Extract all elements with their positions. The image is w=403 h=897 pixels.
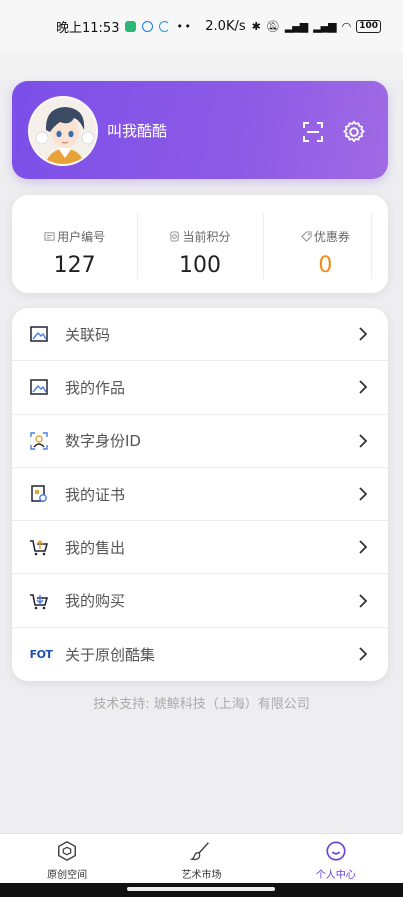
status-bar: 晚上11:53 • • 2.0K/s ✱ 🔕︎ ▂▄▆ ▂▄▆ ◠ 100: [0, 0, 403, 52]
profile-card: 叫我酷酷: [12, 81, 388, 179]
menu-item-digital-id[interactable]: 数字身份ID: [12, 415, 388, 468]
menu-item-label: 数字身份ID: [65, 432, 141, 451]
bluetooth-icon: ✱: [251, 19, 261, 33]
cart-upload-icon: [29, 537, 49, 557]
chevron-right-icon: [359, 540, 368, 554]
smile-icon: [326, 841, 346, 861]
stat-label: 当前积分: [182, 230, 231, 244]
network-speed: 2.0K/s: [205, 18, 246, 34]
avatar-image: [30, 98, 96, 164]
app-notification-icon: [142, 20, 154, 32]
cube-icon: [58, 840, 77, 862]
chevron-right-icon: [359, 327, 368, 341]
menu-item-certificates[interactable]: 我的证书: [12, 468, 388, 522]
scan-icon: [303, 122, 323, 142]
identity-icon: [29, 431, 49, 451]
menu-item-label: 我的售出: [65, 538, 126, 557]
coupon-icon: [301, 231, 312, 242]
username: 叫我酷酷: [107, 122, 168, 140]
chevron-right-icon: [359, 434, 368, 448]
stat-points[interactable]: 当前积分 100: [137, 195, 262, 293]
tab-art-market[interactable]: 艺术市场: [134, 834, 268, 883]
chevron-right-icon: [359, 593, 368, 608]
battery-indicator: 100: [356, 19, 381, 33]
cart-download-icon: [29, 591, 49, 611]
menu-item-label: 我的作品: [65, 378, 126, 397]
image-icon: [29, 324, 49, 344]
header-spacer: [0, 52, 403, 80]
certificate-icon: [29, 484, 49, 504]
stat-value: 0: [318, 253, 333, 278]
bottom-tabbar: 原创空间 艺术市场 个人中心: [0, 833, 403, 883]
menu-item-label: 我的证书: [65, 485, 126, 504]
signal-icon: ▂▄▆: [313, 19, 336, 33]
gear-icon: [343, 120, 365, 143]
menu-item-link-code[interactable]: 关联码: [12, 308, 388, 362]
menu-item-label: 我的购买: [65, 592, 126, 611]
tab-personal-center[interactable]: 个人中心: [269, 834, 403, 883]
tab-label: 个人中心: [315, 870, 356, 881]
menu-item-my-works[interactable]: 我的作品: [12, 361, 388, 415]
tab-label: 艺术市场: [181, 870, 222, 881]
app-notification-icon: [125, 20, 137, 32]
mute-icon: 🔕︎: [265, 19, 280, 33]
stat-value: 100: [178, 253, 221, 278]
scan-button[interactable]: [301, 120, 325, 144]
status-time: 晚上11:53: [56, 20, 120, 36]
image-icon: [29, 377, 49, 397]
stat-value: 127: [53, 253, 96, 278]
home-indicator: [0, 883, 403, 897]
tab-label: 原创空间: [47, 870, 88, 881]
stat-label: 用户编号: [57, 230, 106, 244]
brush-icon: [190, 842, 210, 861]
stat-coupons[interactable]: 优惠券 0: [262, 195, 388, 293]
app-notification-icon: [159, 20, 171, 32]
menu-item-purchases[interactable]: 我的购买: [12, 574, 388, 628]
stat-label: 优惠券: [313, 230, 350, 244]
stat-user-id: 用户编号 127: [12, 195, 137, 293]
stats-card: 用户编号 127 当前积分 100 优惠券 0: [12, 195, 388, 293]
fot-logo-icon: FOT: [29, 647, 53, 661]
chevron-right-icon: [359, 380, 368, 395]
points-icon: [170, 231, 180, 242]
avatar[interactable]: [28, 96, 98, 166]
wifi-icon: ◠: [341, 19, 352, 33]
chevron-right-icon: [359, 487, 368, 501]
menu-item-label: 关联码: [65, 325, 111, 344]
menu-card: 关联码 我的作品 数字身份ID 我的证书 我的售出 我的购买 FOT 关于原创酷…: [12, 308, 388, 681]
more-notifications-icon: • •: [176, 19, 191, 33]
support-text: 技术支持: 琥鲸科技（上海）有限公司: [93, 697, 310, 712]
menu-item-about[interactable]: FOT 关于原创酷集: [12, 628, 388, 681]
menu-item-sold[interactable]: 我的售出: [12, 521, 388, 575]
tab-original-space[interactable]: 原创空间: [0, 834, 134, 883]
signal-icon: ▂▄▆: [284, 19, 308, 33]
menu-item-label: 关于原创酷集: [65, 645, 156, 664]
chevron-right-icon: [359, 647, 368, 662]
id-icon: [44, 232, 55, 241]
settings-button[interactable]: [341, 119, 367, 145]
